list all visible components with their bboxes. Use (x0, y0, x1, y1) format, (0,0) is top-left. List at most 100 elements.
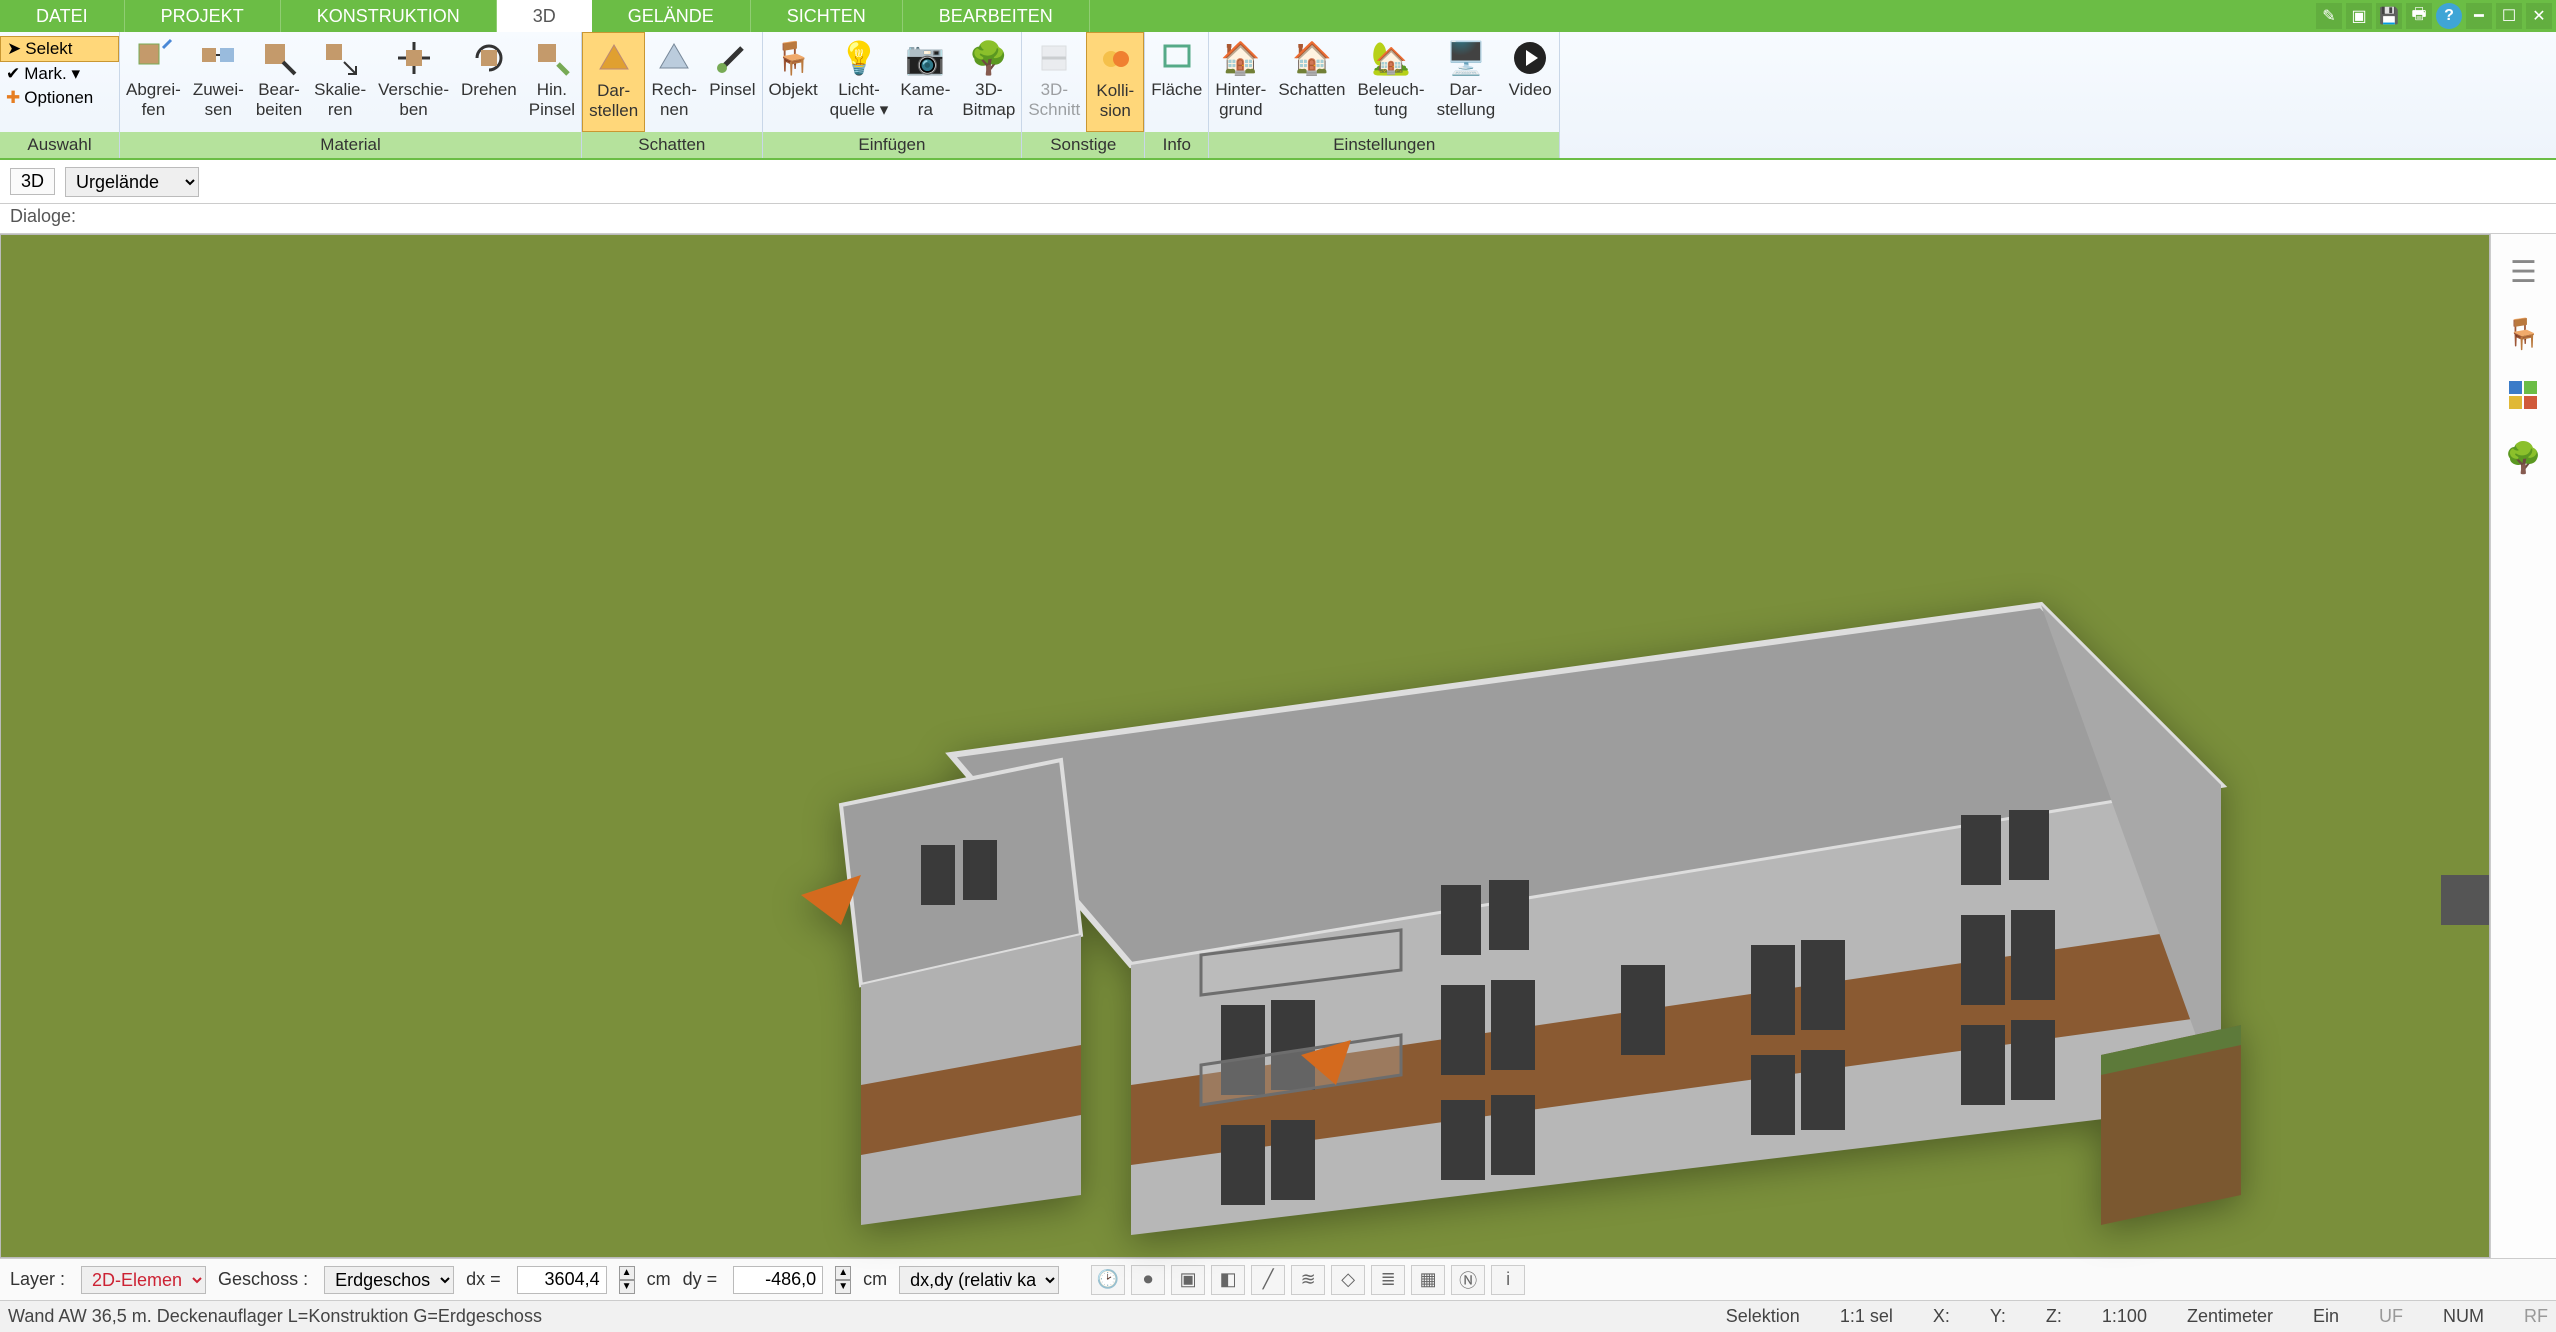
coord-mode-select[interactable]: dx,dy (relativ ka (899, 1266, 1059, 1294)
ribbon-darstellen-button[interactable]: Dar-stellen (582, 32, 645, 132)
mark-dropdown[interactable]: ✔Mark. ▾ (0, 62, 119, 86)
dy-up[interactable]: ▲ (835, 1266, 851, 1280)
menu-tab-projekt[interactable]: PROJEKT (125, 0, 281, 32)
ribbon-kollision-button[interactable]: Kolli-sion (1086, 32, 1144, 132)
ribbon-verschieben-button[interactable]: Verschie-ben (372, 32, 455, 132)
3d-viewport[interactable] (0, 234, 2490, 1258)
menu-tab-gelaende[interactable]: GELÄNDE (592, 0, 751, 32)
view-mode-3d[interactable]: 3D (10, 168, 55, 195)
ribbon-btn-l2: sion (1100, 101, 1131, 121)
ribbon-bearbeiten-button[interactable]: Bear-beiten (250, 32, 308, 132)
status-sel-count: 1:1 sel (1840, 1306, 1893, 1327)
ribbon-btn-l2: quelle ▾ (830, 100, 889, 120)
clock-icon[interactable]: 🕑 (1091, 1265, 1125, 1295)
dx-input[interactable] (517, 1266, 607, 1294)
on-icon[interactable]: ▣ (1171, 1265, 1205, 1295)
ribbon-kamera-button[interactable]: 📷Kame-ra (894, 32, 956, 132)
dx-down[interactable]: ▼ (619, 1280, 635, 1294)
ribbon-selection-group: ➤Selekt ✔Mark. ▾ ✚Optionen Auswahl (0, 32, 120, 158)
chair-icon[interactable]: 🪑 (2504, 314, 2544, 354)
grid-icon[interactable]: ▦ (1411, 1265, 1445, 1295)
group-label-auswahl: Auswahl (0, 132, 119, 158)
status-x: X: (1933, 1306, 1950, 1327)
terrain-dropdown[interactable]: Urgelände (65, 167, 199, 197)
ribbon-objekt-button[interactable]: 🪑Objekt (763, 32, 824, 132)
ribbon-beleuchtung-button[interactable]: 🏡Beleuch-tung (1351, 32, 1430, 132)
ribbon-btn-l1: Kolli- (1096, 81, 1134, 101)
ribbon-rechnen-button[interactable]: Rech-nen (645, 32, 703, 132)
ribbon-btn-l1: Kame- (900, 80, 950, 100)
ribbon-btn-l2: ra (918, 100, 933, 120)
ribbon-abgreifen-button[interactable]: Abgrei-fen (120, 32, 187, 132)
color-grid-icon[interactable] (2504, 376, 2544, 416)
dy-unit: cm (863, 1269, 887, 1290)
menu-tab-datei[interactable]: DATEI (0, 0, 125, 32)
ribbon-btn-l2: stellung (1437, 100, 1496, 120)
info-icon[interactable]: i (1491, 1265, 1525, 1295)
ribbon-drehen-button[interactable]: Drehen (455, 32, 523, 132)
title-bar-icons: ✎ ▣ 💾 🖶 ? ━ ☐ ✕ (2316, 0, 2556, 32)
dx-label: dx = (466, 1269, 501, 1290)
ribbon-btn-l1: Bear- (258, 80, 300, 100)
cursor-icon: ➤ (7, 39, 21, 59)
maximize-button[interactable]: ☐ (2496, 3, 2522, 29)
ribbon-video-button[interactable]: Video (1501, 32, 1559, 132)
ribbon-btn-l2: Schnitt (1028, 100, 1080, 120)
group-label-schatten: Schatten (582, 132, 761, 158)
status-left: Wand AW 36,5 m. Deckenauflager L=Konstru… (8, 1306, 542, 1327)
diamond-icon[interactable]: ◇ (1331, 1265, 1365, 1295)
dx-up[interactable]: ▲ (619, 1266, 635, 1280)
optionen-button[interactable]: ✚Optionen (0, 86, 119, 110)
ribbon-3d-bitmap-button[interactable]: 🌳3D-Bitmap (956, 32, 1021, 132)
disk-icon[interactable]: 💾 (2376, 3, 2402, 29)
ribbon-zuweisen-button[interactable]: Zuwei-sen (187, 32, 250, 132)
ribbon-btn-l1: Pinsel (709, 80, 755, 100)
ribbon-btn-l2: beiten (256, 100, 302, 120)
ribbon-schatten-button[interactable]: 🏠Schatten (1272, 32, 1351, 132)
layer-select[interactable]: 2D-Elemen (81, 1266, 206, 1294)
menu-tab-bearbeiten[interactable]: BEARBEITEN (903, 0, 1090, 32)
layers-icon[interactable]: ☰ (2504, 252, 2544, 292)
minimize-button[interactable]: ━ (2466, 3, 2492, 29)
right-side-panel: ☰ 🪑 🌳 (2490, 234, 2556, 1258)
dy-down[interactable]: ▼ (835, 1280, 851, 1294)
tool1-icon[interactable]: ◧ (1211, 1265, 1245, 1295)
ribbon-btn-l2: sen (205, 100, 232, 120)
ribbon-skalieren-button[interactable]: Skalie-ren (308, 32, 372, 132)
status-y: Y: (1990, 1306, 2006, 1327)
ribbon-pinsel-button[interactable]: Pinsel (703, 32, 761, 132)
group-label-einfügen: Einfügen (763, 132, 1022, 158)
pen-icon[interactable]: ✎ (2316, 3, 2342, 29)
rec-icon[interactable]: ⏺ (1131, 1265, 1165, 1295)
dy-input[interactable] (733, 1266, 823, 1294)
line1-icon[interactable]: ╱ (1251, 1265, 1285, 1295)
line2-icon[interactable]: ≋ (1291, 1265, 1325, 1295)
close-button[interactable]: ✕ (2526, 3, 2552, 29)
ribbon-3d-schnitt-button[interactable]: 3D-Schnitt (1022, 32, 1086, 132)
ribbon-btn-l2: fen (142, 100, 166, 120)
ribbon-darstellung-button[interactable]: 🖥️Dar-stellung (1431, 32, 1502, 132)
geschoss-select[interactable]: Erdgeschos (324, 1266, 454, 1294)
ribbon-group-sonstige: 3D-SchnittKolli-sionSonstige (1022, 32, 1145, 158)
ribbon-hintergrund-button[interactable]: 🏠Hinter-grund (1209, 32, 1272, 132)
ribbon-lichtquelle-button[interactable]: 💡Licht-quelle ▾ (824, 32, 895, 132)
side-panel-handle[interactable] (2441, 875, 2489, 925)
selekt-button[interactable]: ➤Selekt (0, 36, 119, 62)
menu-tab-sichten[interactable]: SICHTEN (751, 0, 903, 32)
layers2-icon[interactable]: ≣ (1371, 1265, 1405, 1295)
help-icon[interactable]: ? (2436, 3, 2462, 29)
ribbon-hinpinsel-button[interactable]: Hin.Pinsel (523, 32, 581, 132)
viewport-wrap: ☰ 🪑 🌳 (0, 234, 2556, 1258)
tree-icon[interactable]: 🌳 (2504, 438, 2544, 478)
box-icon[interactable]: ▣ (2346, 3, 2372, 29)
menu-tab-konstruktion[interactable]: KONSTRUKTION (281, 0, 497, 32)
print-icon[interactable]: 🖶 (2406, 3, 2432, 29)
geschoss-label: Geschoss : (218, 1269, 308, 1290)
north-icon[interactable]: Ⓝ (1451, 1265, 1485, 1295)
menu-tab-3d[interactable]: 3D (497, 0, 592, 32)
ribbon-btn-l2: ben (399, 100, 427, 120)
group-label-sonstige: Sonstige (1022, 132, 1144, 158)
ribbon-flaeche-button[interactable]: Fläche (1145, 32, 1208, 132)
building-render (741, 585, 2241, 1235)
ribbon-btn-l1: Zuwei- (193, 80, 244, 100)
